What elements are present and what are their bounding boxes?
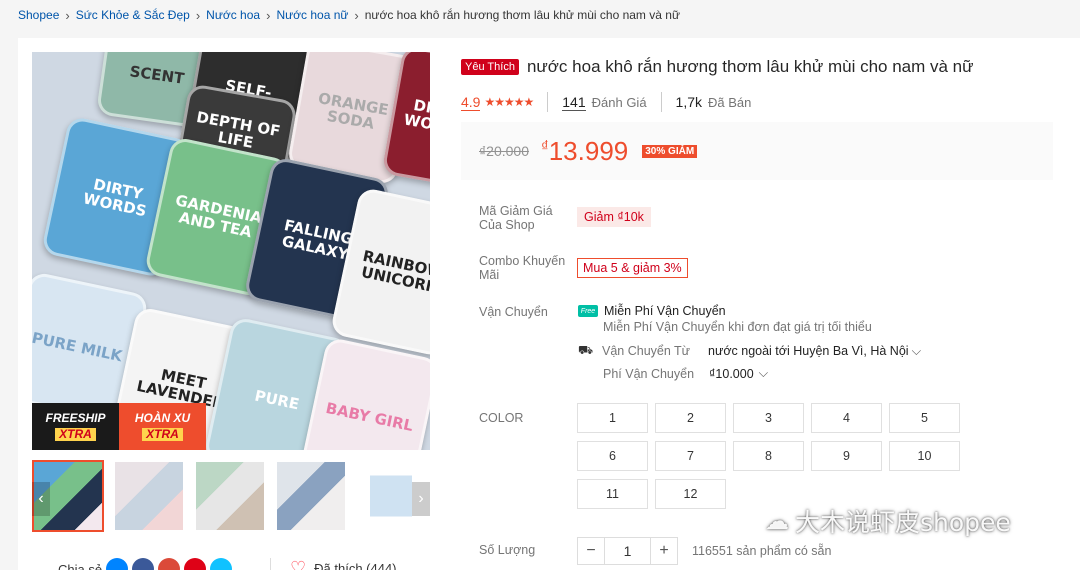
ship-from-value: nước ngoài tới Huyện Ba Vì, Hà Nội xyxy=(708,344,909,358)
breadcrumb-perfume[interactable]: Nước hoa xyxy=(206,8,260,22)
chevron-right-icon: › xyxy=(354,7,359,23)
color-label: COLOR xyxy=(479,411,524,425)
breadcrumb-health-beauty[interactable]: Sức Khỏe & Sắc Đẹp xyxy=(76,8,190,22)
color-option-4[interactable]: 4 xyxy=(811,403,882,433)
shipping-label: Vận Chuyển xyxy=(479,305,548,319)
color-option-9[interactable]: 9 xyxy=(811,441,882,471)
free-shipping-row: Free Miễn Phí Vận Chuyển xyxy=(578,304,726,318)
truck-icon: ⛟ xyxy=(578,343,594,357)
rating-value[interactable]: 4.9 xyxy=(461,94,481,111)
chevron-right-icon: › xyxy=(266,7,271,23)
watermark: ☁ 大木说虾皮shopee xyxy=(765,503,1011,539)
promo-badges: FREESHIP XTRA HOÀN XU XTRA xyxy=(32,403,206,450)
twitter-icon[interactable] xyxy=(210,558,233,570)
price-box: ₫20.000 ₫13.999 30% GIẢM xyxy=(461,122,1053,180)
discount-badge: 30% GIẢM xyxy=(642,144,698,158)
quantity-input[interactable]: 1 xyxy=(605,537,650,565)
share-row: Chia sẻ xyxy=(58,558,233,570)
hoanxu-xtra-badge: HOÀN XU XTRA xyxy=(119,403,206,450)
watermark-text: 大木说虾皮shopee xyxy=(795,508,1011,537)
chevron-right-icon: › xyxy=(195,7,201,23)
freeship-xtra-badge: FREESHIP XTRA xyxy=(32,403,119,450)
color-options: 1 2 3 4 5 6 7 8 9 10 11 12 xyxy=(577,403,960,509)
breadcrumb: Shopee › Sức Khỏe & Sắc Đẹp › Nước hoa ›… xyxy=(18,7,680,23)
color-option-1[interactable]: 1 xyxy=(577,403,648,433)
sold-count: 1,7k xyxy=(675,94,703,110)
color-option-10[interactable]: 10 xyxy=(889,441,960,471)
increment-button[interactable]: + xyxy=(650,537,678,565)
thumbnail-4[interactable] xyxy=(275,460,347,532)
chevron-down-icon: ⌵ xyxy=(911,343,922,358)
color-option-7[interactable]: 7 xyxy=(655,441,726,471)
color-option-2[interactable]: 2 xyxy=(655,403,726,433)
chevron-right-icon[interactable]: › xyxy=(412,482,430,516)
reviews-label: Đánh Giá xyxy=(591,94,647,110)
facebook-icon[interactable] xyxy=(132,558,155,570)
breadcrumb-current: nước hoa khô rắn hương thơm lâu khử mùi … xyxy=(364,8,680,22)
thumbnail-strip: ‹ › xyxy=(32,460,430,534)
product-title: nước hoa khô rắn hương thơm lâu khử mùi … xyxy=(526,57,974,76)
thumbnail-5[interactable] xyxy=(368,460,414,532)
free-shipping-icon: Free xyxy=(578,305,598,317)
chevron-right-icon: › xyxy=(65,7,70,23)
wechat-icon: ☁ xyxy=(765,507,789,535)
product-title-row: Yêu Thích nước hoa khô rắn hương thơm lâ… xyxy=(461,57,974,77)
combo-promo-chip[interactable]: Mua 5 & giảm 3% xyxy=(577,258,688,278)
ship-fee-row[interactable]: Phí Vận Chuyển ₫10.000 ⌵ xyxy=(603,366,768,381)
quantity-label: Số Lượng xyxy=(479,543,536,557)
shop-voucher-chip[interactable]: Giảm ₫10k xyxy=(577,207,651,227)
like-button[interactable]: ♡ Đã thích (444) xyxy=(290,558,397,570)
favorite-badge: Yêu Thích xyxy=(461,59,519,75)
heart-icon: ♡ xyxy=(290,558,307,570)
color-option-12[interactable]: 12 xyxy=(655,479,726,509)
google-plus-icon[interactable] xyxy=(158,558,181,570)
quantity-stepper: − 1 + 116551 sản phẩm có sẵn xyxy=(577,537,831,565)
ship-fee-value: ₫10.000 xyxy=(709,366,754,381)
chevron-left-icon[interactable]: ‹ xyxy=(32,482,50,516)
original-price: ₫20.000 xyxy=(479,143,530,159)
rating-row: 4.9 ★★★★★ 141 Đánh Giá 1,7k Đã Bán xyxy=(461,92,752,112)
decrement-button[interactable]: − xyxy=(577,537,605,565)
divider xyxy=(270,558,271,570)
pinterest-icon[interactable] xyxy=(184,558,207,570)
main-product-image[interactable]: SCENT SELF-SALVATION DEPTH OF LIFE ORANG… xyxy=(32,52,430,450)
breadcrumb-perfume-women[interactable]: Nước hoa nữ xyxy=(276,8,348,22)
divider xyxy=(660,92,662,112)
color-option-6[interactable]: 6 xyxy=(577,441,648,471)
color-option-5[interactable]: 5 xyxy=(889,403,960,433)
breadcrumb-shopee[interactable]: Shopee xyxy=(18,8,59,22)
reviews-count[interactable]: 141 xyxy=(562,94,586,111)
combo-label: Combo Khuyến Mãi xyxy=(479,254,566,282)
divider xyxy=(547,92,549,112)
sold-label: Đã Bán xyxy=(708,94,752,110)
color-option-11[interactable]: 11 xyxy=(577,479,648,509)
ship-from-label: Vận Chuyển Từ xyxy=(602,344,691,358)
free-shipping-title: Miễn Phí Vận Chuyển xyxy=(604,304,726,318)
current-price: ₫13.999 xyxy=(541,135,629,166)
ship-from-row[interactable]: ⛟ Vận Chuyển Từ nước ngoài tới Huyện Ba … xyxy=(578,343,921,359)
free-shipping-desc: Miễn Phí Vận Chuyển khi đơn đạt giá trị … xyxy=(603,320,872,334)
voucher-label: Mã Giảm Giá Của Shop xyxy=(479,204,553,232)
ship-fee-label: Phí Vận Chuyển xyxy=(603,366,695,381)
stock-count: 116551 sản phẩm có sẵn xyxy=(692,544,832,558)
color-option-8[interactable]: 8 xyxy=(733,441,804,471)
chevron-down-icon: ⌵ xyxy=(758,366,769,380)
star-rating-icon: ★★★★★ xyxy=(484,95,534,109)
liked-count: Đã thích (444) xyxy=(314,561,397,570)
share-label: Chia sẻ xyxy=(58,561,103,570)
thumbnail-3[interactable] xyxy=(194,460,266,532)
messenger-icon[interactable] xyxy=(106,558,129,570)
thumbnail-2[interactable] xyxy=(113,460,185,532)
color-option-3[interactable]: 3 xyxy=(733,403,804,433)
